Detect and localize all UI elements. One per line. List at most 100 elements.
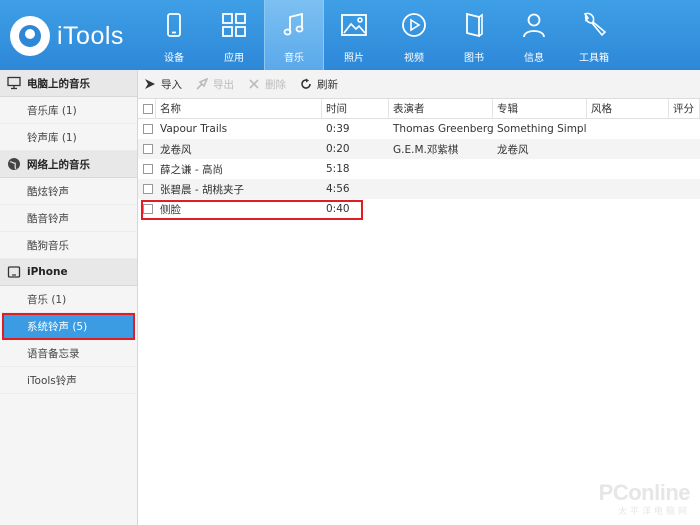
- column-header-artist[interactable]: 表演者: [389, 99, 493, 118]
- nav-toolbox[interactable]: 工具箱: [564, 0, 624, 70]
- import-arrow-icon: [145, 79, 155, 89]
- sidebar-section-online-music[interactable]: 网络上的音乐: [0, 151, 137, 178]
- table-row[interactable]: 龙卷风 0:20 G.E.M.邓紫棋 龙卷风: [138, 139, 700, 159]
- sidebar: 电脑上的音乐 音乐库 (1) 铃声库 (1) 网络上的音乐 酷炫铃声 酷音铃声 …: [0, 70, 138, 525]
- cell-time: 5:18: [326, 163, 350, 175]
- column-header-genre[interactable]: 风格: [587, 99, 669, 118]
- row-checkbox-cell: [138, 119, 156, 139]
- nav-photos[interactable]: 照片: [324, 0, 384, 70]
- cell-genre: [587, 139, 669, 159]
- column-header-rating[interactable]: 评分: [669, 99, 700, 118]
- sidebar-item-kuyin-ringtone[interactable]: 酷音铃声: [0, 205, 137, 232]
- sidebar-section-iphone[interactable]: iPhone: [0, 259, 137, 286]
- cell-time: 0:40: [326, 203, 350, 215]
- row-checkbox-cell: [138, 139, 156, 159]
- table-header: 名称 时间 表演者 专辑 风格 评分: [138, 99, 700, 119]
- sidebar-item-kugou-music[interactable]: 酷狗音乐: [0, 232, 137, 259]
- cell-artist: Thomas Greenberg: [393, 123, 493, 135]
- nav-video[interactable]: 视频: [384, 0, 444, 70]
- sidebar-section-title: 电脑上的音乐: [27, 77, 90, 90]
- apps-icon: [222, 13, 246, 37]
- cell-rating: [669, 139, 700, 159]
- column-header-name[interactable]: 名称: [156, 99, 322, 118]
- row-checkbox-cell: [138, 159, 156, 179]
- sidebar-item-system-ringtones[interactable]: 系统铃声 (5): [2, 313, 135, 340]
- nav-apps[interactable]: 应用: [204, 0, 264, 70]
- row-checkbox[interactable]: [143, 144, 153, 154]
- nav-info[interactable]: 信息: [504, 0, 564, 70]
- cell-rating: [669, 199, 700, 219]
- wrench-icon: [583, 12, 607, 37]
- watermark-logo: PConline: [598, 480, 691, 505]
- table-row[interactable]: Vapour Trails 0:39 Thomas Greenberg Some…: [138, 119, 700, 139]
- photo-icon: [341, 14, 367, 36]
- ringtone-table: 名称 时间 表演者 专辑 风格 评分 Vapour Trails 0:39 Th…: [138, 99, 700, 220]
- sidebar-item-kuxuan-ringtone[interactable]: 酷炫铃声: [0, 178, 137, 205]
- sidebar-section-title: 网络上的音乐: [27, 158, 90, 171]
- select-all-checkbox[interactable]: [138, 99, 156, 118]
- row-checkbox[interactable]: [143, 124, 153, 134]
- app-name: iTools: [57, 21, 124, 50]
- refresh-button[interactable]: 刷新: [300, 77, 338, 92]
- sidebar-item-iphone-music[interactable]: 音乐 (1): [0, 286, 137, 313]
- row-checkbox[interactable]: [143, 204, 153, 214]
- sidebar-item-voice-memos[interactable]: 语音备忘录: [0, 340, 137, 367]
- app-logo: iTools: [10, 16, 145, 56]
- sidebar-section-title: iPhone: [27, 266, 68, 278]
- cell-name: 侧脸: [160, 203, 181, 216]
- cell-album: [493, 179, 587, 199]
- cell-genre: [587, 119, 669, 139]
- delete-x-icon: [249, 79, 259, 89]
- sidebar-item-itools-ringtones[interactable]: iTools铃声: [0, 367, 137, 394]
- table-row[interactable]: 张碧晨 - 胡桃夹子 4:56: [138, 179, 700, 199]
- cell-artist: [389, 159, 493, 179]
- user-icon: [523, 13, 545, 38]
- cell-artist: [389, 179, 493, 199]
- table-row[interactable]: 薛之谦 - 高尚 5:18: [138, 159, 700, 179]
- cell-name: Vapour Trails: [160, 123, 228, 135]
- refresh-icon: [301, 78, 311, 89]
- cell-name: 薛之谦 - 高尚: [160, 163, 223, 176]
- sidebar-item-ringtone-library[interactable]: 铃声库 (1): [0, 124, 137, 151]
- cell-name: 张碧晨 - 胡桃夹子: [160, 183, 244, 196]
- music-icon: [283, 12, 304, 36]
- row-checkbox-cell: [138, 199, 156, 219]
- export-arrow-icon: [196, 78, 208, 90]
- device-icon: [167, 13, 181, 37]
- cell-time: 0:39: [326, 123, 350, 135]
- row-checkbox-cell: [138, 179, 156, 199]
- cell-name: 龙卷风: [160, 143, 192, 156]
- monitor-icon: [7, 76, 21, 90]
- globe-icon: [8, 158, 20, 170]
- row-checkbox[interactable]: [143, 184, 153, 194]
- cell-genre: [587, 159, 669, 179]
- checkbox[interactable]: [143, 103, 153, 114]
- delete-button[interactable]: 删除: [248, 77, 286, 92]
- sidebar-item-music-library[interactable]: 音乐库 (1): [0, 97, 137, 124]
- book-icon: [466, 12, 483, 38]
- row-checkbox[interactable]: [143, 164, 153, 174]
- cell-artist: [389, 199, 493, 219]
- video-icon: [402, 13, 426, 37]
- table-body: Vapour Trails 0:39 Thomas Greenberg Some…: [138, 119, 700, 219]
- cell-genre: [587, 199, 669, 219]
- cell-album: [493, 199, 587, 219]
- nav-device[interactable]: 设备: [144, 0, 204, 70]
- nav-music[interactable]: 音乐: [264, 0, 324, 70]
- sidebar-section-pc-music[interactable]: 电脑上的音乐: [0, 70, 137, 97]
- toolbar: 导入 导出 删除 刷新: [138, 70, 700, 99]
- nav-books[interactable]: 图书: [444, 0, 504, 70]
- cell-album: [493, 159, 587, 179]
- watermark: PConline 太平洋电脑网: [598, 480, 691, 517]
- column-header-time[interactable]: 时间: [322, 99, 389, 118]
- cell-genre: [587, 179, 669, 199]
- top-bar: iTools 设备 应用 音乐 照片 视频 图书 信息 工具箱: [0, 0, 700, 70]
- cell-rating: [669, 179, 700, 199]
- export-button[interactable]: 导出: [196, 77, 234, 92]
- cell-artist: G.E.M.邓紫棋: [393, 143, 459, 156]
- cell-album: 龙卷风: [497, 143, 529, 156]
- table-row[interactable]: 侧脸 0:40: [138, 199, 700, 219]
- column-header-album[interactable]: 专辑: [493, 99, 587, 118]
- import-button[interactable]: 导入: [144, 77, 182, 92]
- itools-logo-icon: [10, 16, 50, 56]
